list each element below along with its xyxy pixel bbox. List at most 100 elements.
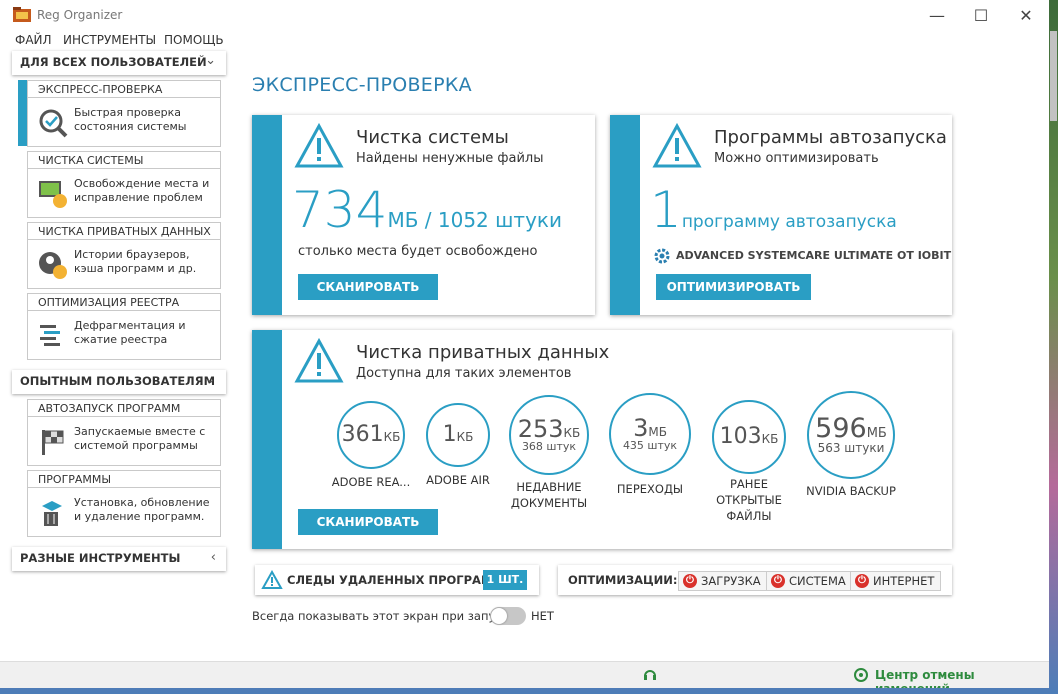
startup-toggle-state: НЕТ bbox=[531, 609, 554, 623]
privacy-item-label: НЕДАВНИЕ ДОКУМЕНТЫ bbox=[504, 479, 594, 511]
privacy-item-label: ПЕРЕХОДЫ bbox=[605, 481, 695, 497]
sidebar-item-programs[interactable]: ПРОГРАММЫ Установка, обновление и удалени… bbox=[27, 470, 221, 537]
warning-icon bbox=[294, 338, 344, 383]
item-unit: КБ bbox=[563, 425, 581, 440]
optimize-autorun-button[interactable]: ОПТИМИЗИРОВАТЬ bbox=[656, 274, 811, 300]
item-value: 1 bbox=[442, 422, 457, 447]
selection-indicator bbox=[18, 80, 27, 146]
panel-subtitle: Можно оптимизировать bbox=[714, 151, 879, 166]
card-line1: Быстрая проверка bbox=[74, 106, 182, 119]
item-value: 596 bbox=[815, 413, 867, 444]
minimize-button[interactable]: — bbox=[914, 0, 960, 31]
undo-center-icon bbox=[854, 668, 868, 682]
chevron-down-icon: ⌄ bbox=[205, 372, 216, 387]
autorun-count-suffix: программу автозапуска bbox=[681, 212, 897, 232]
item-label-line: ADOBE REA... bbox=[331, 475, 411, 489]
traces-count-badge[interactable]: 1 ШТ. bbox=[483, 570, 527, 590]
sidebar-item-system-clean[interactable]: ЧИСТКА СИСТЕМЫ Освобождение места и испра… bbox=[27, 151, 221, 218]
card-line1: Запускаемые вместе с bbox=[74, 425, 206, 438]
privacy-item-label: ADOBE AIR bbox=[413, 472, 503, 488]
menu-help[interactable]: ПОМОЩЬ bbox=[164, 33, 224, 47]
chevron-down-icon: ⌄ bbox=[205, 53, 216, 68]
card-line1: Установка, обновление bbox=[74, 496, 210, 509]
support-headset-icon[interactable] bbox=[642, 667, 658, 683]
optimize-internet-chip[interactable]: ⏻ ИНТЕРНЕТ bbox=[850, 571, 942, 591]
power-icon: ⏻ bbox=[683, 574, 697, 588]
app-logo-icon bbox=[13, 7, 31, 22]
optimizations-label: ОПТИМИЗАЦИИ: bbox=[568, 573, 678, 587]
item-unit: МБ bbox=[648, 424, 667, 439]
freed-size-suffix: МБ / 1052 штуки bbox=[387, 208, 562, 232]
main-content: ЭКСПРЕСС-ПРОВЕРКА Чистка системы Найдены… bbox=[240, 51, 1049, 661]
scrollbar-thumb[interactable] bbox=[1050, 31, 1057, 121]
privacy-item-circle[interactable]: 3МБ 435 штук bbox=[609, 393, 691, 475]
privacy-icon bbox=[39, 252, 67, 279]
status-bar: Центр отмены изменений bbox=[0, 661, 1049, 688]
power-icon: ⏻ bbox=[771, 574, 785, 588]
chip-label: ИНТЕРНЕТ bbox=[873, 574, 935, 588]
panel-title: Чистка системы bbox=[356, 127, 509, 148]
item-count: 563 штуки bbox=[817, 441, 885, 455]
card-line2: исправление проблем bbox=[74, 191, 203, 204]
optimize-system-chip[interactable]: ⏻ СИСТЕМА bbox=[766, 571, 853, 591]
chevron-left-icon: ‹ bbox=[210, 550, 216, 565]
card-title: АВТОЗАПУСК ПРОГРАММ bbox=[28, 400, 220, 417]
startup-toggle[interactable] bbox=[490, 607, 526, 625]
traces-bar[interactable]: СЛЕДЫ УДАЛЕННЫХ ПРОГРАММ 1 ШТ. bbox=[255, 565, 539, 595]
warning-icon bbox=[652, 123, 702, 168]
optimize-boot-chip[interactable]: ⏻ ЗАГРУЗКА bbox=[678, 571, 768, 591]
chip-label: ЗАГРУЗКА bbox=[701, 574, 761, 588]
scan-system-button[interactable]: СКАНИРОВАТЬ bbox=[298, 274, 438, 300]
cleanup-icon bbox=[39, 181, 67, 208]
privacy-panel: Чистка приватных данных Доступна для так… bbox=[252, 330, 952, 549]
card-line2: состояния системы bbox=[74, 120, 187, 133]
privacy-item-circle[interactable]: 253КБ 368 штук bbox=[509, 395, 589, 475]
menu-tools[interactable]: ИНСТРУМЕНТЫ bbox=[63, 33, 156, 47]
optimizations-bar: ОПТИМИЗАЦИИ: ⏻ ЗАГРУЗКА ⏻ СИСТЕМА ⏻ ИНТЕРНЕ… bbox=[558, 565, 952, 595]
item-label-line: ФАЙЛЫ bbox=[726, 509, 772, 523]
privacy-item-circle[interactable]: 596МБ 563 штуки bbox=[807, 391, 895, 479]
sidebar-item-privacy-clean[interactable]: ЧИСТКА ПРИВАТНЫХ ДАННЫХ Истории браузеро… bbox=[27, 222, 221, 289]
item-value: 253 bbox=[517, 414, 564, 443]
privacy-item-circle[interactable]: 1КБ bbox=[426, 403, 490, 467]
close-button[interactable]: ✕ bbox=[1003, 0, 1049, 31]
privacy-item-circle[interactable]: 103КБ bbox=[712, 400, 786, 474]
privacy-item-circle[interactable]: 361КБ bbox=[337, 401, 405, 469]
menu-bar: ФАЙЛ ИНСТРУМЕНТЫ ПОМОЩЬ bbox=[0, 31, 1049, 51]
item-label-line: НЕДАВНИЕ bbox=[516, 480, 582, 494]
autorun-program-name: ADVANCED SYSTEMCARE ULTIMATE OT IOBIT bbox=[676, 249, 952, 262]
traces-label: СЛЕДЫ УДАЛЕННЫХ ПРОГРАММ bbox=[287, 573, 504, 587]
card-title: ЧИСТКА СИСТЕМЫ bbox=[28, 152, 220, 169]
group-misc-tools[interactable]: РАЗНЫЕ ИНСТРУМЕНТЫ ‹ bbox=[12, 547, 226, 571]
sidebar: ДЛЯ ВСЕХ ПОЛЬЗОВАТЕЛЕЙ ⌄ ЭКСПРЕСС-ПРОВЕР… bbox=[0, 51, 240, 671]
panel-title: Чистка приватных данных bbox=[356, 342, 610, 363]
scrollbar[interactable] bbox=[1049, 31, 1058, 661]
undo-center-link[interactable]: Центр отмены изменений bbox=[875, 668, 1049, 688]
maximize-button[interactable]: ☐ bbox=[958, 0, 1004, 31]
privacy-item-label: ADOBE REA... bbox=[326, 474, 416, 490]
card-line1: Освобождение места и bbox=[74, 177, 210, 190]
panel-subtitle: Найдены ненужные файлы bbox=[356, 151, 544, 166]
panel-title: Программы автозапуска bbox=[714, 127, 947, 148]
item-label-line: ДОКУМЕНТЫ bbox=[510, 496, 588, 510]
sidebar-item-express-check[interactable]: ЭКСПРЕСС-ПРОВЕРКА Быстрая проверка состоя… bbox=[27, 80, 221, 147]
card-line2: сжатие реестра bbox=[74, 333, 168, 346]
page-title: ЭКСПРЕСС-ПРОВЕРКА bbox=[252, 74, 472, 96]
app-window: Reg Organizer — ☐ ✕ ФАЙЛ ИНСТРУМЕНТЫ ПОМ… bbox=[0, 0, 1049, 688]
magnifier-check-icon bbox=[39, 109, 68, 138]
warning-icon bbox=[294, 123, 344, 168]
item-unit: МБ bbox=[866, 426, 887, 441]
freed-size-value: 734 bbox=[292, 181, 388, 239]
chip-label: СИСТЕМА bbox=[789, 574, 846, 588]
power-icon: ⏻ bbox=[855, 574, 869, 588]
registry-icon bbox=[40, 325, 60, 346]
group-all-users[interactable]: ДЛЯ ВСЕХ ПОЛЬЗОВАТЕЛЕЙ ⌄ bbox=[12, 51, 226, 75]
group-label: РАЗНЫЕ ИНСТРУМЕНТЫ bbox=[20, 551, 181, 565]
panel-stripe bbox=[252, 115, 282, 315]
scan-privacy-button[interactable]: СКАНИРОВАТЬ bbox=[298, 509, 438, 535]
sidebar-item-registry-optimize[interactable]: ОПТИМИЗАЦИЯ РЕЕСТРА Дефрагментация и сжат… bbox=[27, 293, 221, 360]
menu-file[interactable]: ФАЙЛ bbox=[15, 33, 52, 47]
startup-toggle-label: Всегда показывать этот экран при запуске bbox=[252, 609, 516, 623]
group-advanced-users[interactable]: ОПЫТНЫМ ПОЛЬЗОВАТЕЛЯМ ⌄ bbox=[12, 370, 226, 394]
sidebar-item-autorun[interactable]: АВТОЗАПУСК ПРОГРАММ Запускаемые вместе с… bbox=[27, 399, 221, 466]
